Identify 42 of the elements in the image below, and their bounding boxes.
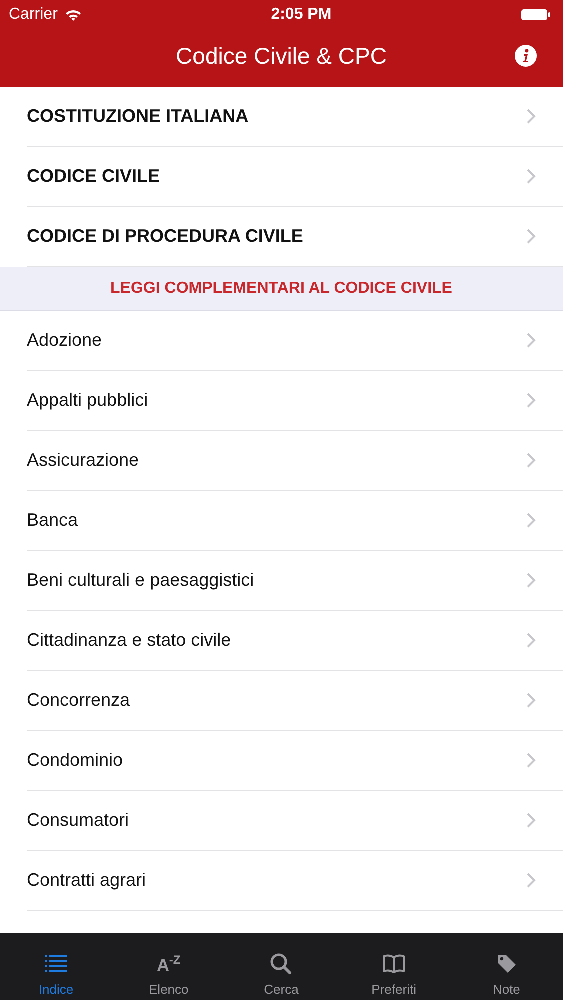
battery-icon xyxy=(520,8,551,20)
info-icon[interactable] xyxy=(515,45,537,67)
chevron-icon xyxy=(527,109,536,124)
list-item[interactable]: Cittadinanza e stato civile xyxy=(27,611,563,671)
chevron-icon xyxy=(527,753,536,768)
tag-icon xyxy=(496,953,518,975)
list-item[interactable]: Banca xyxy=(27,491,563,551)
book-icon xyxy=(383,954,406,974)
chevron-icon xyxy=(527,229,536,244)
chevron-icon xyxy=(527,813,536,828)
search-icon xyxy=(270,953,292,975)
az-icon: A$^{-Z}$ xyxy=(157,954,181,974)
tab-item[interactable]: Note xyxy=(450,933,563,1000)
chevron-icon xyxy=(527,333,536,348)
chevron-icon xyxy=(527,453,536,468)
chevron-icon xyxy=(527,873,536,888)
list-item[interactable]: COSTITUZIONE ITALIANA xyxy=(27,87,563,147)
list-item[interactable]: Adozione xyxy=(27,311,563,371)
list-icon xyxy=(45,953,68,975)
list-item[interactable]: Contratti agrari xyxy=(27,851,563,911)
chevron-icon xyxy=(527,513,536,528)
list-item[interactable]: CODICE CIVILE xyxy=(27,147,563,207)
list-item[interactable]: Consumatori xyxy=(27,791,563,851)
section-header: LEGGI COMPLEMENTARI AL CODICE CIVILE xyxy=(0,267,563,311)
clock-time: 2:05 PM xyxy=(271,6,332,24)
chevron-icon xyxy=(527,633,536,648)
tab-item[interactable]: Indice xyxy=(0,933,113,1000)
list-item[interactable]: Concorrenza xyxy=(27,671,563,731)
list-item[interactable]: Assicurazione xyxy=(27,431,563,491)
tab-item[interactable]: Cerca xyxy=(225,933,338,1000)
list-item[interactable]: Appalti pubblici xyxy=(27,371,563,431)
chevron-icon xyxy=(527,169,536,184)
chevron-icon xyxy=(527,693,536,708)
carrier-label: Carrier xyxy=(9,6,58,24)
chevron-icon xyxy=(527,573,536,588)
list-item[interactable]: Condominio xyxy=(27,731,563,791)
wifi-icon xyxy=(64,8,82,20)
tab-item[interactable]: A$^{-Z}$ Elenco xyxy=(112,933,226,1000)
screen-title: Codice Civile & CPC xyxy=(176,42,387,70)
list-item[interactable]: Beni culturali e paesaggistici xyxy=(27,551,563,611)
tab-item[interactable]: Preferiti xyxy=(338,933,450,1000)
chevron-icon xyxy=(527,393,536,408)
